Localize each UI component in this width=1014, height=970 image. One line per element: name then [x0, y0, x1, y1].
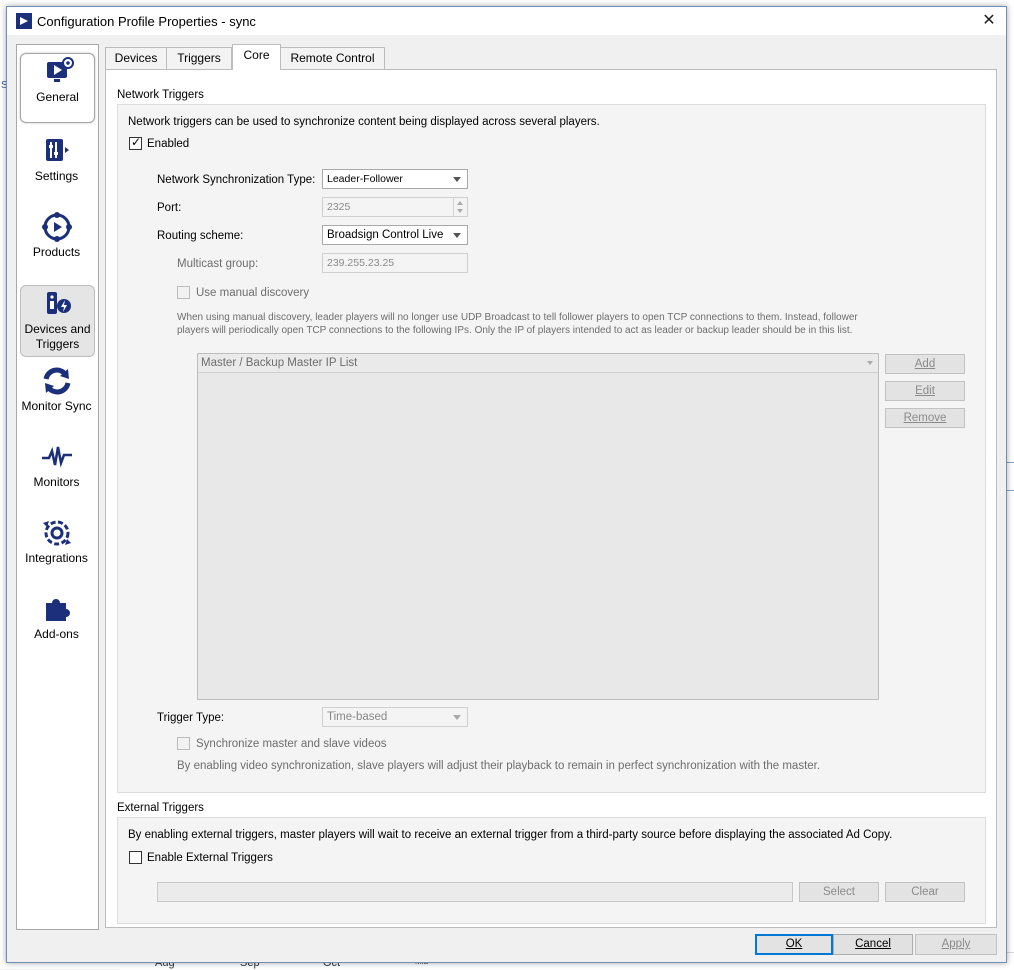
ok-label: OK	[785, 938, 803, 950]
checkmark-icon: ✓	[131, 135, 142, 149]
select-source-button[interactable]: Select	[799, 882, 879, 902]
devices-triggers-icon	[40, 286, 76, 322]
nav-label: General	[36, 90, 79, 104]
external-triggers-title: External Triggers	[117, 802, 204, 814]
enabled-label: Enabled	[147, 138, 190, 150]
nav-item-settings[interactable]: Settings	[20, 133, 93, 193]
bg-line	[1006, 490, 1014, 491]
category-sidebar: General Settings Products Devices and Tr…	[16, 44, 99, 930]
nav-label: Integrations	[25, 551, 88, 565]
nav-label: Monitor Sync	[21, 399, 92, 413]
nav-label: Devices and Triggers	[24, 322, 91, 351]
cancel-button[interactable]: Cancel	[833, 934, 913, 955]
title-bar: Configuration Profile Properties - sync …	[7, 7, 1006, 35]
external-triggers-group: By enabling external triggers, master pl…	[117, 817, 986, 924]
manual-discovery-checkbox[interactable]	[177, 286, 190, 299]
external-description: By enabling external triggers, master pl…	[128, 829, 893, 841]
tab-core[interactable]: Core	[232, 44, 281, 70]
sync-type-label: Network Synchronization Type:	[157, 174, 316, 186]
sync-type-value: Leader-Follower	[327, 173, 403, 185]
nav-label: Settings	[34, 169, 79, 183]
products-play-icon	[38, 209, 75, 245]
trigger-type-label: Trigger Type:	[157, 712, 225, 724]
add-ip-button[interactable]: Add	[885, 354, 965, 374]
integrations-gear-icon	[38, 515, 75, 551]
chevron-down-icon	[453, 233, 461, 238]
chevron-down-icon	[453, 715, 461, 720]
nav-item-integrations[interactable]: Integrations	[20, 515, 93, 575]
network-triggers-title: Network Triggers	[117, 89, 204, 101]
port-label: Port:	[157, 202, 182, 214]
manual-discovery-note: When using manual discovery, leader play…	[177, 312, 858, 336]
settings-sliders-icon	[38, 133, 75, 169]
sync-videos-label: Synchronize master and slave videos	[196, 738, 387, 750]
nav-item-general[interactable]: General	[20, 53, 95, 123]
remove-label: Remove	[903, 412, 947, 424]
add-label: Add	[914, 358, 936, 370]
enable-external-triggers-checkbox[interactable]	[129, 851, 142, 864]
spin-up-icon	[457, 201, 463, 205]
routing-scheme-value: Broadsign Control Live	[327, 229, 444, 241]
multicast-group-field[interactable]: 239.255.23.25	[322, 253, 468, 273]
port-spinbox[interactable]: 2325	[322, 197, 468, 217]
list-header-label: Master / Backup Master IP List	[201, 357, 358, 369]
network-description: Network triggers can be used to synchron…	[128, 116, 600, 128]
tab-triggers[interactable]: Triggers	[166, 47, 232, 69]
multicast-group-value: 239.255.23.25	[327, 257, 395, 269]
ok-button[interactable]: OK	[755, 934, 833, 955]
edit-label: Edit	[915, 385, 935, 397]
manual-discovery-label: Use manual discovery	[196, 287, 310, 299]
master-ip-list[interactable]: Master / Backup Master IP List	[197, 353, 879, 700]
nav-item-products[interactable]: Products	[20, 209, 93, 269]
routing-scheme-dropdown[interactable]: Broadsign Control Live	[322, 225, 468, 245]
list-column-header[interactable]: Master / Backup Master IP List	[198, 354, 878, 373]
port-value: 2325	[327, 201, 351, 213]
monitor-play-gear-icon	[39, 54, 76, 90]
edit-ip-button[interactable]: Edit	[885, 381, 965, 401]
core-tab-panel: Network Triggers Network triggers can be…	[105, 69, 997, 928]
apply-button[interactable]: Apply	[915, 934, 997, 955]
nav-item-monitor-sync[interactable]: Monitor Sync	[20, 363, 93, 435]
nav-label: Monitors	[33, 475, 80, 489]
window-title: Configuration Profile Properties - sync	[37, 14, 256, 29]
chevron-down-icon	[867, 361, 873, 365]
remove-ip-button[interactable]: Remove	[885, 408, 965, 428]
chevron-down-icon	[453, 177, 461, 182]
tab-remote-control[interactable]: Remote Control	[280, 47, 385, 69]
trigger-type-dropdown[interactable]: Time-based	[322, 707, 468, 727]
external-source-path-field[interactable]	[157, 882, 793, 902]
app-icon	[16, 13, 32, 29]
monitors-pulse-icon	[38, 439, 75, 475]
clear-source-button[interactable]: Clear	[885, 882, 965, 902]
tab-devices[interactable]: Devices	[105, 47, 167, 69]
nav-item-devices-and-triggers[interactable]: Devices and Triggers	[20, 285, 95, 357]
network-triggers-group: Network triggers can be used to synchron…	[117, 104, 986, 793]
enable-external-triggers-label: Enable External Triggers	[147, 852, 273, 864]
spin-buttons[interactable]	[453, 198, 467, 216]
configuration-profile-dialog: Configuration Profile Properties - sync …	[6, 6, 1007, 963]
multicast-group-label: Multicast group:	[177, 258, 259, 270]
addons-puzzle-icon	[38, 591, 75, 627]
nav-item-monitors[interactable]: Monitors	[20, 439, 93, 499]
sync-videos-note: By enabling video synchronization, slave…	[177, 760, 821, 772]
trigger-type-value: Time-based	[327, 711, 388, 723]
spin-down-icon	[457, 209, 463, 213]
nav-label: Add-ons	[34, 627, 79, 641]
apply-label: Apply	[941, 938, 971, 950]
nav-label: Products	[32, 245, 81, 259]
sync-videos-checkbox[interactable]	[177, 737, 190, 750]
bg-line	[1006, 462, 1014, 463]
sync-type-dropdown[interactable]: Leader-Follower	[322, 169, 468, 189]
monitor-sync-icon	[38, 363, 75, 399]
close-button[interactable]: ✕	[976, 9, 1002, 33]
enabled-checkbox[interactable]: ✓	[129, 135, 142, 150]
nav-item-add-ons[interactable]: Add-ons	[20, 591, 93, 651]
cancel-label: Cancel	[855, 938, 891, 950]
routing-scheme-label: Routing scheme:	[157, 230, 244, 242]
